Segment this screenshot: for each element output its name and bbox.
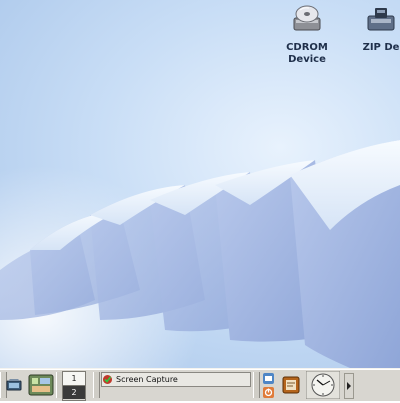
taskbar-handle-tasklist[interactable]	[93, 372, 100, 398]
tasklist-item-screen-capture[interactable]: Screen Capture	[101, 372, 251, 387]
clock-applet[interactable]	[305, 370, 341, 400]
zip-label: ZIP De	[362, 42, 400, 53]
analog-clock-icon	[305, 370, 341, 400]
launcher-button[interactable]	[6, 371, 22, 399]
cdrom-icon	[293, 5, 321, 31]
network-icon	[262, 373, 274, 384]
tasklist-item-label: Screen Capture	[116, 375, 178, 384]
taskbar-handle-tray[interactable]	[253, 372, 260, 398]
power-icon	[262, 387, 274, 398]
workspace-switch-button[interactable]	[28, 371, 54, 399]
workspace-1[interactable]: 1	[63, 372, 85, 386]
desktop-icon-cdrom[interactable]: CDROM Device	[272, 2, 342, 66]
notes-icon	[282, 376, 300, 394]
taskbar-hide-button[interactable]	[344, 373, 354, 399]
taskbar: 1 2 Screen Capture	[0, 368, 400, 401]
tray-network-button[interactable]	[261, 372, 275, 385]
desktop-icon-zip[interactable]: ZIP De	[346, 2, 400, 54]
screen-capture-icon	[103, 375, 112, 384]
zip-drive-icon	[367, 8, 395, 31]
arrow-right-icon	[347, 382, 351, 390]
workspace-2[interactable]: 2	[63, 386, 85, 399]
terminal-icon	[6, 379, 22, 391]
workspace-pager: 1 2	[62, 371, 86, 401]
tray-power-button[interactable]	[261, 386, 275, 399]
cdrom-label: CDROM Device	[286, 42, 328, 65]
apps-icon	[28, 374, 54, 396]
tray-notes-button[interactable]	[280, 371, 302, 399]
desktop[interactable]: CDROM Device ZIP De	[0, 0, 400, 368]
